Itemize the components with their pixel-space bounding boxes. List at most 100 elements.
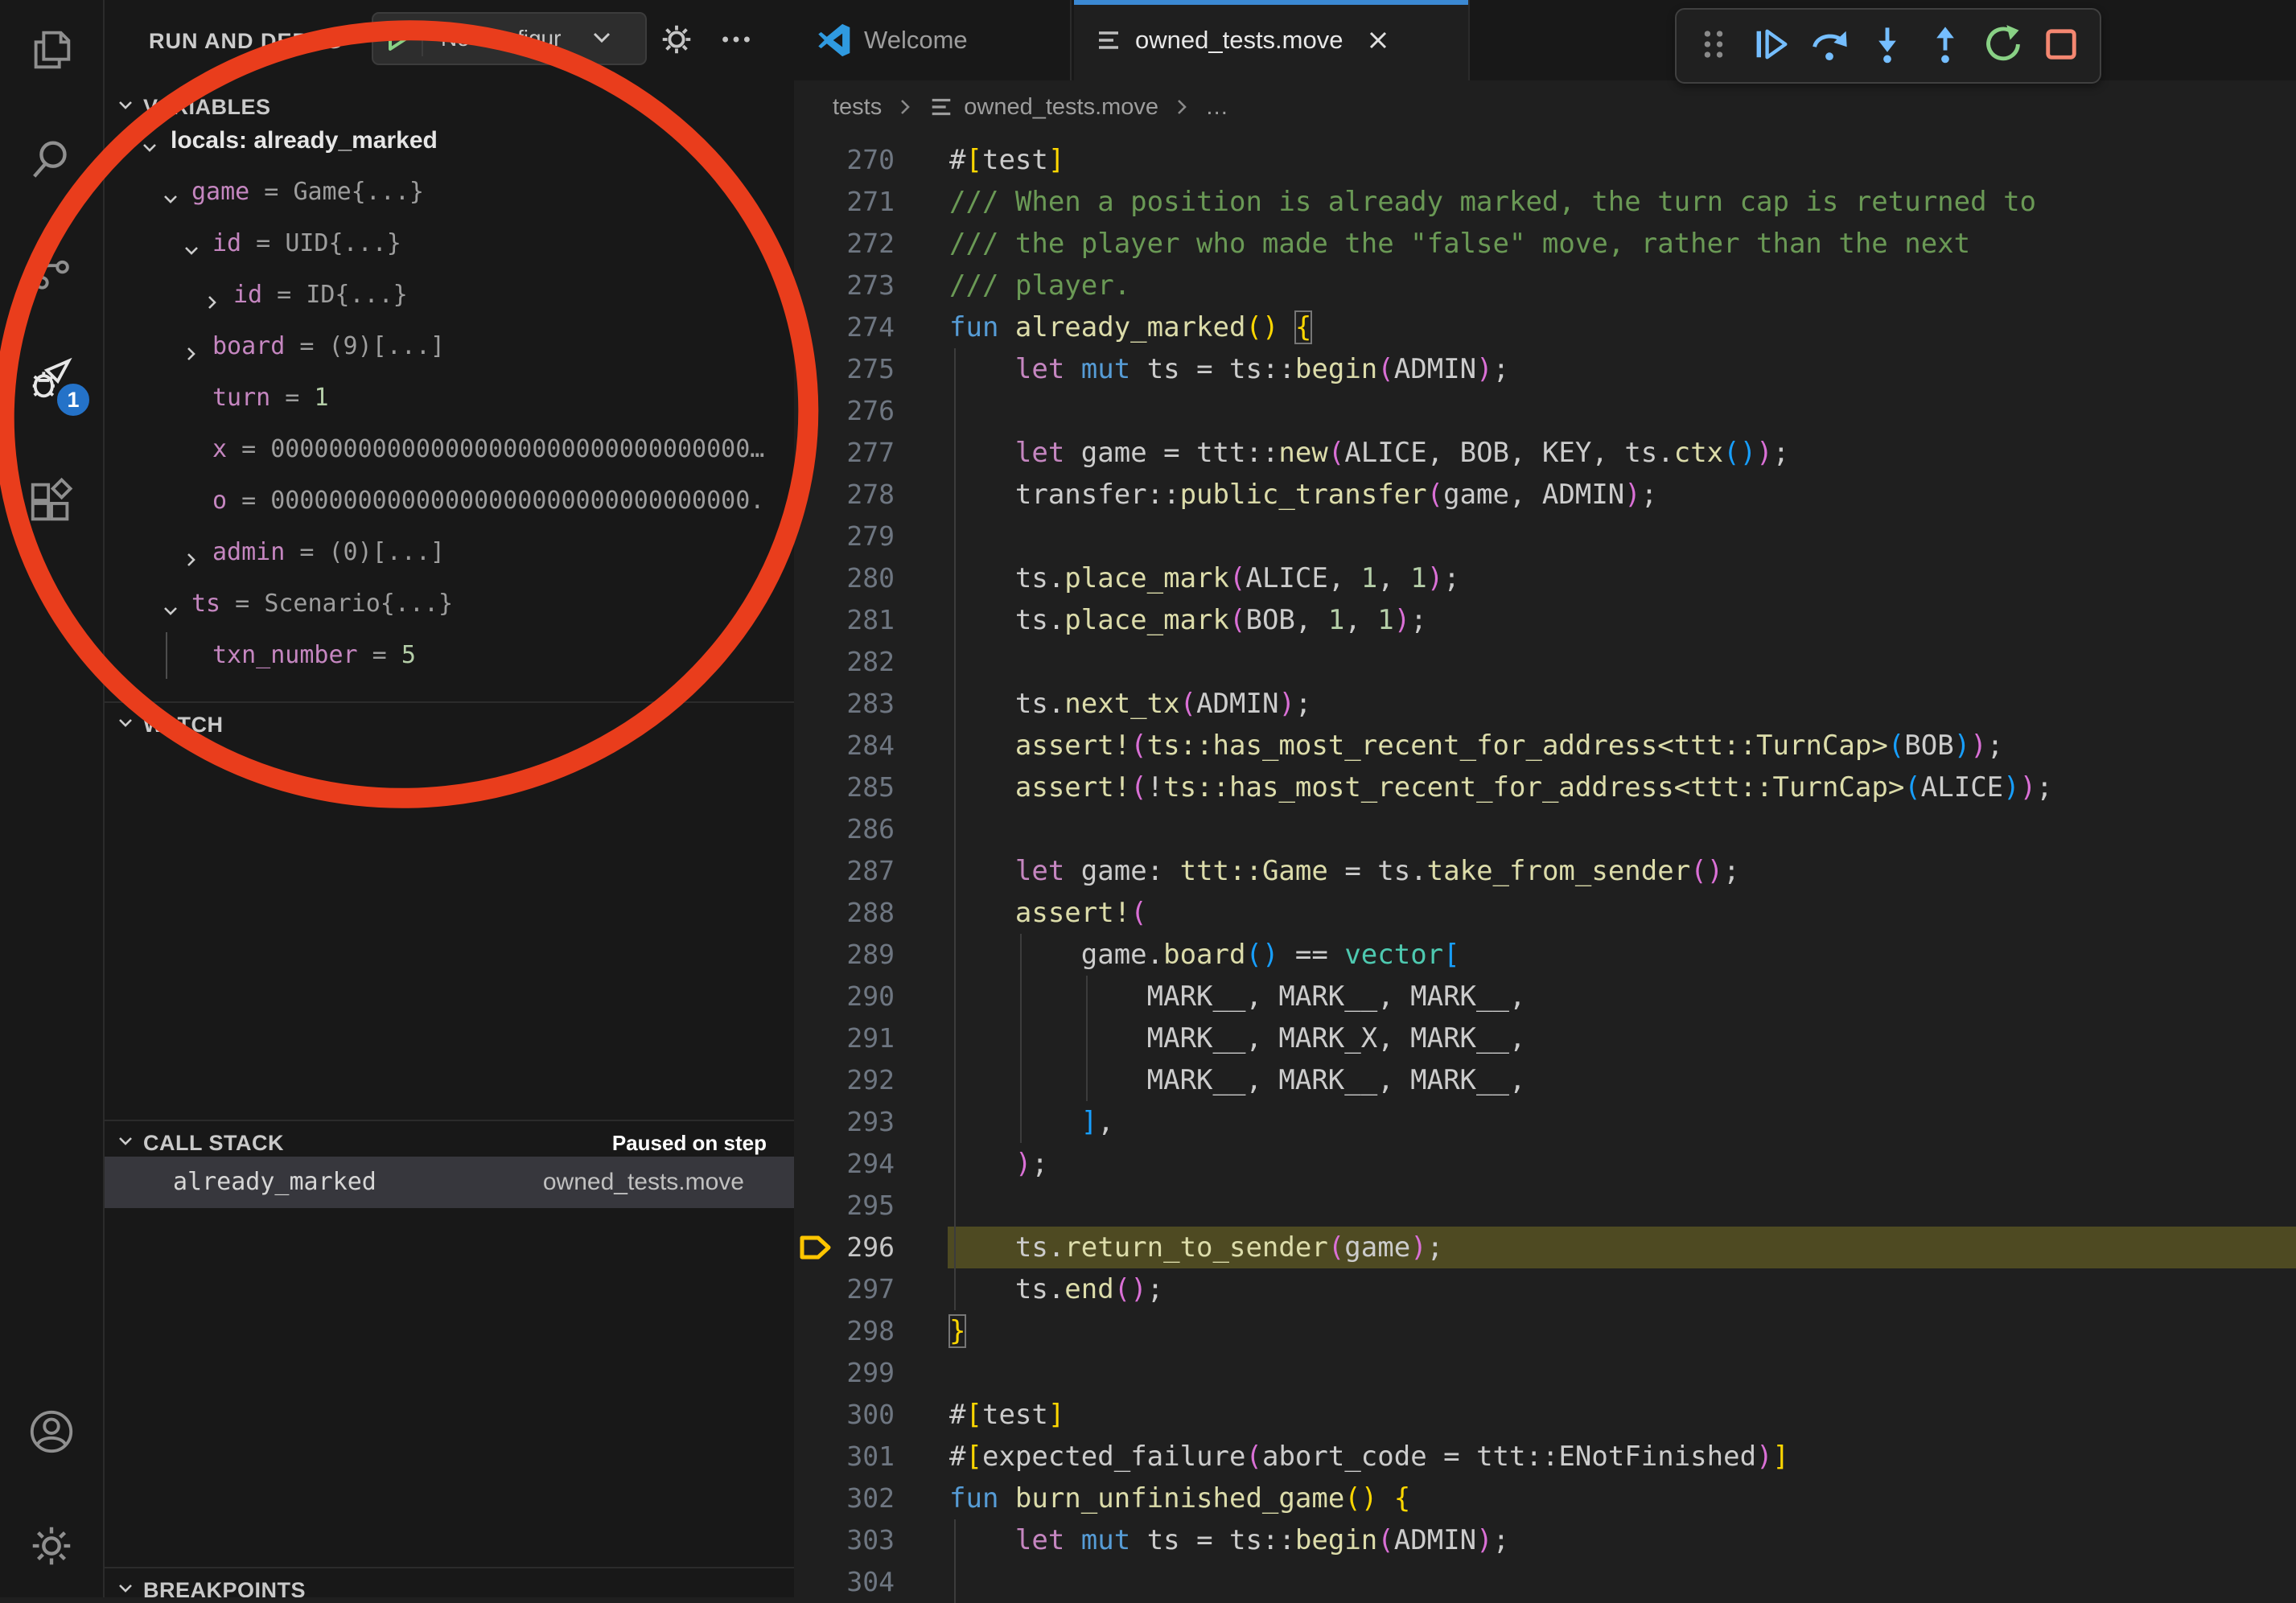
variable-row-ts[interactable]: ts = Scenario{...}	[105, 578, 794, 630]
stop-button[interactable]	[2032, 17, 2090, 75]
line-number-300[interactable]: 300	[796, 1394, 895, 1436]
step-into-button[interactable]	[1858, 17, 1916, 75]
restart-button[interactable]	[1974, 17, 2032, 75]
activity-bar-item-extensions[interactable]	[24, 476, 79, 531]
line-number-287[interactable]: 287	[796, 850, 895, 892]
line-number-274[interactable]: 274	[796, 306, 895, 348]
line-number-295[interactable]: 295	[796, 1185, 895, 1227]
drag-handle[interactable]	[1685, 17, 1743, 75]
line-number-302[interactable]: 302	[796, 1478, 895, 1519]
call-stack-frame[interactable]: already_marked owned_tests.move	[105, 1157, 794, 1208]
variable-row-o[interactable]: o = 000000000000000000000000000000000.	[105, 475, 794, 527]
code-line-298[interactable]: }	[949, 1310, 965, 1352]
watch-section-header[interactable]: WATCH	[105, 705, 794, 745]
step-over-button[interactable]	[1800, 17, 1858, 75]
more-actions-icon[interactable]	[718, 21, 755, 62]
line-number-301[interactable]: 301	[796, 1436, 895, 1478]
code-line-303[interactable]: let mut ts = ts::begin(ADMIN);	[949, 1519, 1509, 1561]
code-line-285[interactable]: assert!(!ts::has_most_recent_for_address…	[949, 767, 2053, 808]
line-number-294[interactable]: 294	[796, 1143, 895, 1185]
close-icon[interactable]	[1365, 27, 1391, 53]
activity-bar-item-search[interactable]	[24, 134, 79, 188]
code-line-275[interactable]: let mut ts = ts::begin(ADMIN);	[949, 348, 1509, 390]
line-number-280[interactable]: 280	[796, 557, 895, 599]
code-line-290[interactable]: MARK__, MARK__, MARK__,	[949, 976, 1525, 1017]
code-line-277[interactable]: let game = ttt::new(ALICE, BOB, KEY, ts.…	[949, 432, 1789, 474]
start-debug-icon[interactable]	[373, 21, 423, 56]
code-line-270[interactable]: #[test]	[949, 139, 1064, 181]
code-line-273[interactable]: /// player.	[949, 265, 1130, 306]
line-number-285[interactable]: 285	[796, 767, 895, 808]
code-line-280[interactable]: ts.place_mark(ALICE, 1, 1);	[949, 557, 1460, 599]
continue-button[interactable]	[1743, 17, 1800, 75]
line-number-297[interactable]: 297	[796, 1268, 895, 1310]
step-out-button[interactable]	[1916, 17, 1974, 75]
tab-welcome[interactable]: Welcome	[796, 0, 1072, 80]
code-line-281[interactable]: ts.place_mark(BOB, 1, 1);	[949, 599, 1427, 641]
code-editor[interactable]: 270 #[test] 271 /// When a position is alre…	[794, 134, 2296, 1597]
activity-bar-item-explorer[interactable]	[24, 24, 79, 79]
variable-row-game[interactable]: game = Game{...}	[105, 166, 794, 218]
activity-bar-item-account[interactable]	[24, 1406, 79, 1461]
breadcrumb-tests[interactable]: tests	[833, 94, 882, 121]
line-number-283[interactable]: 283	[796, 683, 895, 725]
breadcrumb-symbol[interactable]: …	[1205, 94, 1228, 121]
line-number-273[interactable]: 273	[796, 265, 895, 306]
line-number-277[interactable]: 277	[796, 432, 895, 474]
code-line-301[interactable]: #[expected_failure(abort_code = ttt::ENo…	[949, 1436, 1789, 1478]
code-line-293[interactable]: ],	[949, 1101, 1114, 1143]
code-line-294[interactable]: );	[949, 1143, 1048, 1185]
line-number-281[interactable]: 281	[796, 599, 895, 641]
variable-row-turn[interactable]: turn = 1	[105, 372, 794, 424]
line-number-270[interactable]: 270	[796, 139, 895, 181]
line-number-293[interactable]: 293	[796, 1101, 895, 1143]
code-line-284[interactable]: assert!(ts::has_most_recent_for_address<…	[949, 725, 2003, 767]
code-line-271[interactable]: /// When a position is already marked, t…	[949, 181, 2036, 223]
activity-bar-item-run-and-debug[interactable]: 1	[24, 354, 79, 409]
code-line-274[interactable]: fun already_marked() {	[949, 306, 1311, 348]
breadcrumb-file[interactable]: owned_tests.move	[964, 94, 1158, 121]
code-line-288[interactable]: assert!(	[949, 892, 1147, 934]
code-line-296[interactable]: ts.return_to_sender(game);	[949, 1227, 1443, 1268]
line-number-276[interactable]: 276	[796, 390, 895, 432]
line-number-288[interactable]: 288	[796, 892, 895, 934]
variable-row-id[interactable]: id = UID{...}	[105, 218, 794, 269]
debug-gear-icon[interactable]	[658, 21, 695, 62]
line-number-298[interactable]: 298	[796, 1310, 895, 1352]
code-line-278[interactable]: transfer::public_transfer(game, ADMIN);	[949, 474, 1657, 516]
line-number-275[interactable]: 275	[796, 348, 895, 390]
variable-row-x[interactable]: x = 000000000000000000000000000000000…	[105, 424, 794, 475]
code-line-291[interactable]: MARK__, MARK_X, MARK__,	[949, 1017, 1525, 1059]
code-line-283[interactable]: ts.next_tx(ADMIN);	[949, 683, 1311, 725]
line-number-289[interactable]: 289	[796, 934, 895, 976]
line-number-290[interactable]: 290	[796, 976, 895, 1017]
line-number-286[interactable]: 286	[796, 808, 895, 850]
code-line-272[interactable]: /// the player who made the "false" move…	[949, 223, 1970, 265]
line-number-278[interactable]: 278	[796, 474, 895, 516]
line-number-271[interactable]: 271	[796, 181, 895, 223]
activity-bar-item-source-control[interactable]	[24, 243, 79, 298]
line-number-299[interactable]: 299	[796, 1352, 895, 1394]
variable-row-txn_number[interactable]: txn_number = 5	[105, 630, 794, 681]
code-line-287[interactable]: let game: ttt::Game = ts.take_from_sende…	[949, 850, 1740, 892]
line-number-304[interactable]: 304	[796, 1561, 895, 1603]
variable-row-scope[interactable]: locals: already_marked	[105, 115, 794, 166]
line-number-291[interactable]: 291	[796, 1017, 895, 1059]
code-line-289[interactable]: game.board() == vector[	[949, 934, 1460, 976]
code-line-292[interactable]: MARK__, MARK__, MARK__,	[949, 1059, 1525, 1101]
line-number-282[interactable]: 282	[796, 641, 895, 683]
variable-row-id[interactable]: id = ID{...}	[105, 269, 794, 321]
line-number-279[interactable]: 279	[796, 516, 895, 557]
tab-owned-tests-move[interactable]: owned_tests.move	[1074, 0, 1470, 80]
line-number-303[interactable]: 303	[796, 1519, 895, 1561]
launch-config-dropdown[interactable]: No Configur	[372, 12, 647, 65]
variable-row-admin[interactable]: admin = (0)[...]	[105, 527, 794, 578]
variable-row-board[interactable]: board = (9)[...]	[105, 321, 794, 372]
breakpoints-section-header[interactable]: BREAKPOINTS	[105, 1570, 794, 1597]
code-line-300[interactable]: #[test]	[949, 1394, 1064, 1436]
code-line-302[interactable]: fun burn_unfinished_game() {	[949, 1478, 1410, 1519]
activity-bar-item-settings[interactable]	[24, 1520, 79, 1575]
code-line-297[interactable]: ts.end();	[949, 1268, 1163, 1310]
line-number-292[interactable]: 292	[796, 1059, 895, 1101]
line-number-284[interactable]: 284	[796, 725, 895, 767]
